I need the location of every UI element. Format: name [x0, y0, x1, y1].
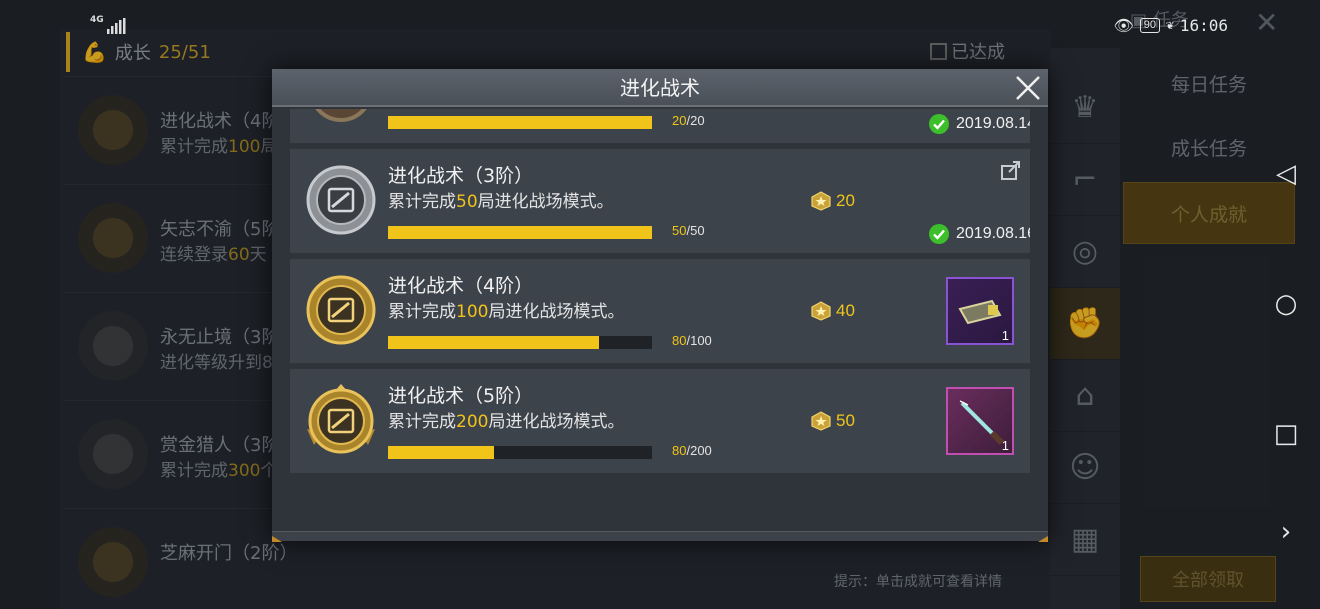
modal-footer — [272, 531, 1048, 542]
clock: 16:06 — [1179, 15, 1228, 35]
tier-title: 进化战术（4阶） — [388, 275, 534, 297]
gold-medal-icon — [306, 275, 376, 345]
tier-row[interactable]: 20/20 2019.08.14 — [290, 109, 1030, 143]
recents-icon[interactable]: □ — [1270, 418, 1302, 450]
tier-title: 进化战术（3阶） — [388, 165, 534, 187]
progress-bar — [388, 116, 652, 129]
share-icon[interactable] — [1000, 159, 1022, 181]
progress-text: 80/200 — [672, 443, 712, 458]
chevron-right-icon[interactable]: › — [1270, 516, 1302, 548]
reward: 50 — [810, 411, 855, 431]
reward-item-box[interactable]: 1 — [946, 277, 1014, 345]
progress-text: 80/100 — [672, 333, 712, 348]
corner-ornament — [272, 536, 282, 542]
achievement-point-icon — [811, 191, 831, 211]
corner-ornament — [1038, 536, 1048, 542]
check-icon — [929, 224, 949, 244]
achievement-point-icon — [811, 301, 831, 321]
tier-title: 进化战术（5阶） — [388, 385, 534, 407]
screen: 💪 成长 25/51 已达成 进化战术（4阶） 累计完成100局进 矢志不渝（5… — [0, 0, 1320, 609]
achievement-detail-modal: 进化战术 20/20 2019.08.14 进化战术（3阶） 累计完成50局进化… — [272, 69, 1048, 542]
progress-text: 20/20 — [672, 113, 705, 128]
android-nav: ◁ ○ □ › — [1250, 0, 1320, 609]
item-qty: 1 — [1001, 438, 1009, 453]
progress-bar — [388, 226, 652, 239]
leaf-icon: ❦ — [1166, 17, 1174, 33]
medal-icon — [315, 109, 367, 122]
eye-icon: 👁 — [1113, 15, 1134, 35]
progress-fill — [388, 116, 652, 129]
gold-medal-wings-icon — [307, 384, 375, 454]
tier-desc: 累计完成100局进化战场模式。 — [388, 302, 625, 322]
progress-text: 50/50 — [672, 223, 705, 238]
status-right: 👁 90 ❦ 16:06 — [1113, 14, 1228, 36]
completion-date: 2019.08.14 — [928, 113, 1030, 135]
tier-row[interactable]: 进化战术（3阶） 累计完成50局进化战场模式。 20 50/50 2019.08… — [290, 149, 1030, 253]
tier-row[interactable]: 进化战术（5阶） 累计完成200局进化战场模式。 50 1 80/200 — [290, 369, 1030, 473]
progress-bar — [388, 446, 652, 459]
status-bar: 4G 👁 90 ❦ 16:06 — [0, 0, 1320, 48]
completion-date: 2019.08.16 — [928, 223, 1030, 245]
reward: 40 — [810, 301, 855, 321]
item-qty: 1 — [1001, 328, 1009, 343]
tier-desc: 累计完成200局进化战场模式。 — [388, 412, 625, 432]
achievement-tier-list[interactable]: 20/20 2019.08.14 进化战术（3阶） 累计完成50局进化战场模式。 — [290, 109, 1030, 539]
tier-desc: 累计完成50局进化战场模式。 — [388, 192, 614, 212]
check-icon — [929, 114, 949, 134]
close-icon[interactable] — [1012, 72, 1044, 104]
back-icon[interactable]: ◁ — [1270, 158, 1302, 190]
progress-bar — [388, 336, 652, 349]
reward-item-box[interactable]: 1 — [946, 387, 1014, 455]
reward: 20 — [810, 191, 855, 211]
battery-icon: 90 — [1139, 17, 1160, 33]
signal-icon: 4G — [90, 16, 126, 34]
modal-title: 进化战术 — [620, 76, 700, 100]
silver-medal-icon — [306, 165, 376, 235]
achievement-point-icon — [811, 411, 831, 431]
progress-fill — [388, 446, 494, 459]
tier-row[interactable]: 进化战术（4阶） 累计完成100局进化战场模式。 40 1 80/100 — [290, 259, 1030, 363]
progress-fill — [388, 336, 600, 349]
progress-fill — [388, 226, 652, 239]
home-icon[interactable]: ○ — [1270, 288, 1302, 320]
